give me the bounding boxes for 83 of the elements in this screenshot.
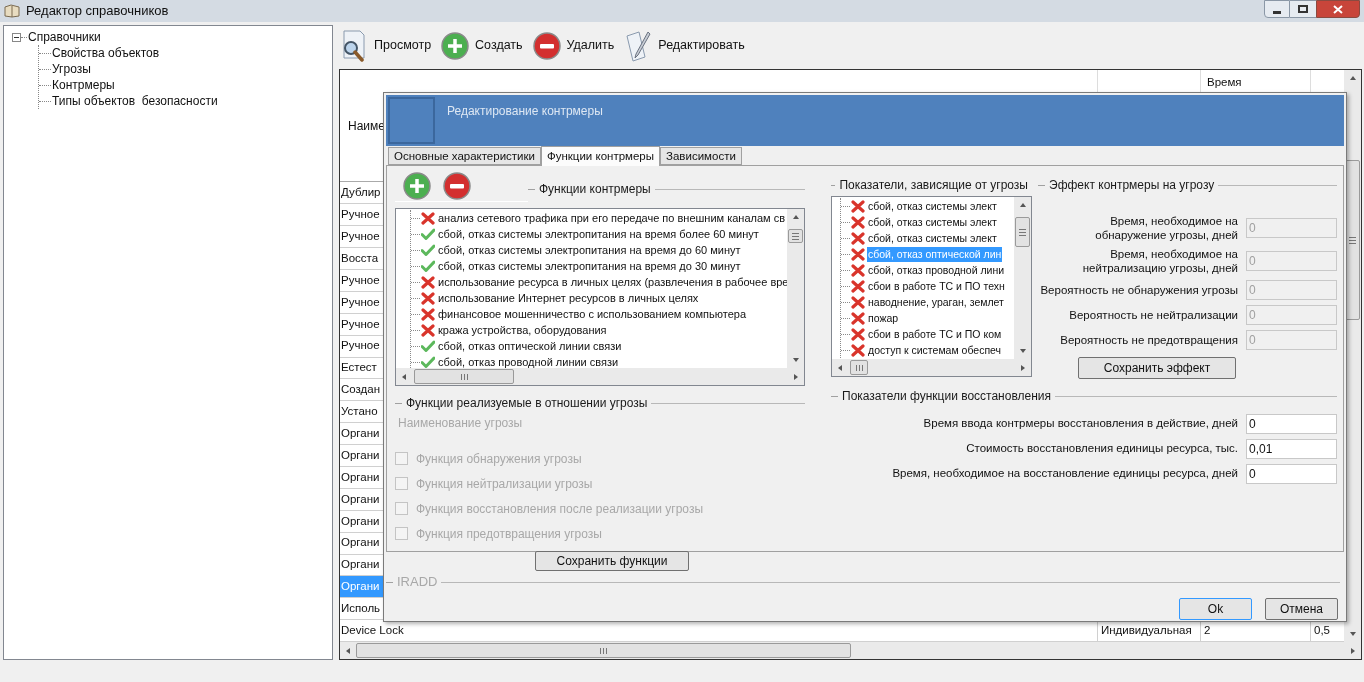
horizontal-scrollbar[interactable] [832,359,1031,376]
maximize-button[interactable] [1290,0,1316,18]
close-button[interactable] [1316,0,1360,18]
dialog-button[interactable]: Ok [1179,598,1252,620]
tree-item[interactable]: финансовое мошенничество с использованием компьютера [437,306,747,322]
tree-list[interactable] [395,208,805,386]
tree-list[interactable] [831,196,1032,377]
tree-item[interactable]: использование Интернет ресурсов в личных целях [437,290,700,306]
remove-button[interactable] [443,172,471,200]
input-field[interactable]: 0 [1246,464,1337,484]
horizontal-scrollbar[interactable] [396,368,804,385]
tree-item[interactable]: кража устройства, оборудования [437,322,608,338]
close-icon [1333,4,1343,14]
tree-item[interactable]: пожар [867,310,900,326]
toolbar-button[interactable]: Удалить [532,27,619,64]
field-label: Время, необходимое на обнаружение угрозы, дней [1094,214,1238,242]
tab[interactable]: Основные характеристики [388,147,541,165]
tab[interactable]: Зависимости [660,147,742,165]
group-title: IRADD [397,573,438,592]
tree-item[interactable]: сбой, отказ системы элект [867,198,998,214]
tree-item[interactable]: Угрозы [51,60,91,78]
tree-item[interactable]: сбой, отказ системы элект [867,230,998,246]
horizontal-scrollbar[interactable] [340,642,1361,659]
arrow-icon[interactable] [791,213,800,221]
group-title: Функции реализуемые в отношении угрозы [406,395,648,412]
threat-name-label: Наименование угрозы [398,415,524,432]
group-title: Функции контрмеры [539,181,651,198]
tree-item[interactable]: сбои в работе ТС и ПО ком [867,326,1003,342]
field-label: Время, необходимое на нейтрализацию угрозы, дней [1081,247,1238,275]
plus-icon [441,31,470,60]
field-label: Время ввода контрмеры восстановления в действие, дней [923,416,1238,432]
group-title: Показатели функции восстановления [842,388,1052,405]
tree-item[interactable]: использование ресурса в личных целях (развлечения в рабочее вре [437,274,790,290]
table-cell-text: 2 [1204,623,1211,638]
vertical-scrollbar[interactable] [1014,197,1031,359]
tree-item[interactable]: Свойства объектов [51,44,160,62]
tree-item[interactable]: доступ к системам обеспеч [867,342,1003,358]
pencil-paper-icon [624,29,653,62]
tree-item[interactable]: сбой, отказ системы электропитания на время до 60 минут [437,242,742,258]
tree-item[interactable]: сбой, отказ проводной линии связи [437,354,620,370]
table-cell-text: Индивидуальная [1101,623,1192,638]
tree-item[interactable]: сбой, отказ системы электропитания на время до 30 минут [437,258,742,274]
save-functions-button[interactable]: Сохранить функции [535,551,689,571]
minus-icon [532,31,561,60]
tree-item[interactable]: сбой, отказ оптической линии связи [437,338,623,354]
toolbar-button[interactable]: Создать [441,27,527,64]
window-title: Редактор справочников [26,2,169,21]
magnifier-document-icon [340,29,368,62]
field-label: Стоимость восстановления единицы ресурса, тыс. [966,441,1238,457]
minimize-button[interactable] [1264,0,1290,18]
arrow-icon[interactable] [400,372,408,381]
field-label: Вероятность не предотвращения [1059,333,1238,347]
tree-item[interactable]: наводнение, ураган, землет [867,294,1005,310]
field-label: Вероятность не нейтрализации [1068,308,1238,322]
field-label: Время, необходимое на восстановление единицы ресурса, дней [892,466,1238,482]
collapse-icon[interactable] [12,32,21,42]
vertical-scrollbar[interactable] [787,209,804,368]
group-title: Эффект контрмеры на угрозу [1049,177,1215,194]
tree-item[interactable]: анализ сетевого трафика при его передаче по внешним каналам св [437,210,787,226]
tab[interactable]: Функции контрмеры [541,146,661,166]
arrow-icon[interactable] [836,363,844,372]
toolbar-button[interactable]: Редактировать [624,27,749,64]
add-button[interactable] [403,172,431,200]
dialog-button[interactable]: Отмена [1265,598,1338,620]
input-field[interactable]: 0,01 [1246,439,1337,459]
toolbar-button[interactable]: Просмотр [340,27,436,64]
table-cell-text: 0,5 [1314,623,1330,638]
arrow-icon[interactable] [1018,201,1027,209]
tree-item[interactable]: Справочники [27,28,101,46]
arrow-icon[interactable] [1348,74,1357,82]
tree-item[interactable]: Контрмеры [51,76,115,94]
tree-item[interactable]: Типы объектов безопасности [51,92,218,110]
tree-item[interactable]: сбой, отказ системы электропитания на время более 60 минут [437,226,760,242]
arrow-icon[interactable] [344,646,352,655]
tree-item[interactable]: сбой, отказ системы элект [867,214,998,230]
save-effect-button[interactable]: Сохранить эффект [1078,357,1236,379]
dialog-title: Редактирование контрмеры [447,103,603,120]
tree-item[interactable]: сбой, отказ проводной лини [867,262,1006,278]
book-icon [4,4,20,18]
tree-item[interactable]: сбои в работе ТС и ПО техн [867,278,1006,294]
input-field[interactable]: 0 [1246,414,1337,434]
field-label: Вероятность не обнаружения угрозы [1039,283,1238,297]
group-title: Показатели, зависящие от угрозы [839,177,1028,194]
